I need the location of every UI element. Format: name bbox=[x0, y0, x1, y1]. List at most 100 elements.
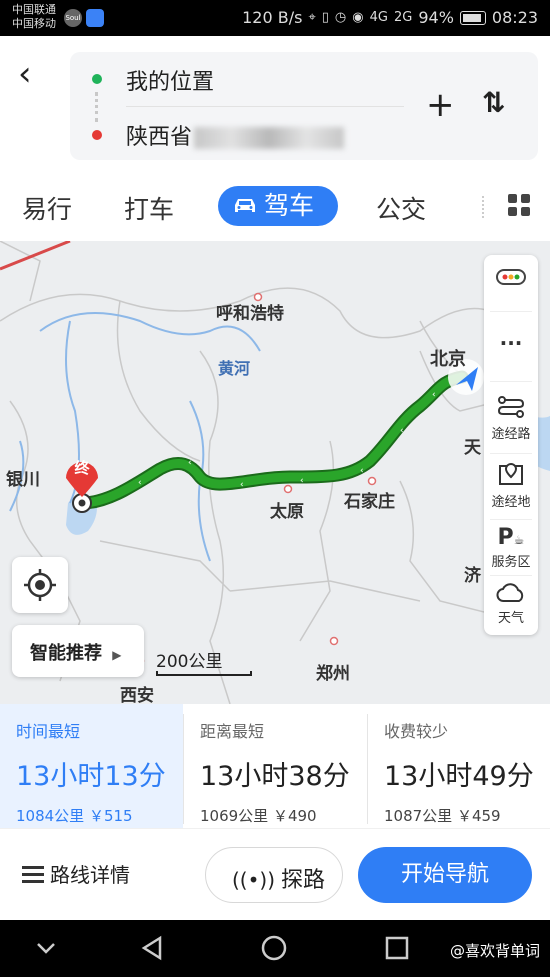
eye-icon: ◉ bbox=[352, 10, 364, 25]
route-label: 时间最短 bbox=[16, 722, 81, 741]
route-info: 1069公里 ￥490 bbox=[200, 807, 317, 825]
start-navigation-button[interactable]: 开始导航 bbox=[358, 847, 532, 903]
route-time: 13小时49分 bbox=[384, 761, 534, 792]
add-waypoint-button[interactable]: + bbox=[426, 88, 455, 122]
status-indicators: 120 B/s ⌖ ▯ ◷ ◉ 4G 2G 94% 08:23 bbox=[242, 8, 538, 27]
destination-field[interactable]: 陕西省 bbox=[126, 119, 345, 151]
origin-dot-icon bbox=[92, 74, 102, 84]
cloud-icon bbox=[496, 583, 524, 602]
waypoint-place-label: 途经地 bbox=[491, 495, 531, 510]
tab-drive-label: 驾车 bbox=[264, 191, 315, 220]
back-button[interactable]: ‹ bbox=[18, 57, 50, 94]
route-connector bbox=[95, 92, 99, 122]
explore-label: 探路 bbox=[281, 868, 326, 893]
list-icon bbox=[22, 866, 44, 884]
map-scale-bar bbox=[156, 671, 252, 676]
route-option-shortest[interactable]: 距离最短 13小时38分 1069公里 ￥490 bbox=[184, 704, 367, 828]
crosshair-icon bbox=[24, 569, 56, 601]
divider bbox=[490, 575, 532, 576]
alarm-icon: ◷ bbox=[334, 10, 347, 25]
carrier-info: 中国联通 中国移动 bbox=[12, 3, 56, 31]
play-arrow-icon: ▶ bbox=[112, 648, 122, 662]
city-tian: 天 bbox=[464, 438, 481, 458]
soul-app-icon: Soul bbox=[64, 9, 82, 27]
tab-yixing[interactable]: 易行 bbox=[22, 190, 72, 226]
net-speed: 120 B/s bbox=[242, 8, 303, 27]
tab-bus[interactable]: 公交 bbox=[376, 190, 426, 226]
tabs-separator bbox=[482, 196, 484, 218]
route-option-fastest[interactable]: 时间最短 13小时13分 1084公里 ￥515 bbox=[0, 704, 183, 828]
city-ji: 济 bbox=[464, 566, 481, 586]
action-bar: 路线详情 ((•)) 探路 开始导航 bbox=[0, 828, 550, 920]
svg-text:‹: ‹ bbox=[138, 478, 142, 488]
back-triangle-icon[interactable] bbox=[140, 934, 166, 962]
map-view[interactable]: ‹ ‹ ‹ ‹ ‹ ‹ ‹ 呼和浩特 北京 天 银川 太原 石家庄 济 郑州 西安 黄河 … bbox=[0, 241, 550, 704]
tab-drive[interactable]: 驾车 bbox=[218, 186, 338, 226]
route-info: 1087公里 ￥459 bbox=[384, 807, 501, 825]
car-icon bbox=[235, 199, 255, 212]
city-taiyuan: 太原 bbox=[270, 502, 304, 522]
tab-taxi[interactable]: 打车 bbox=[124, 190, 174, 226]
waypoint-route-button[interactable]: 途经路 bbox=[484, 395, 538, 442]
city-zhengzhou: 郑州 bbox=[316, 664, 350, 684]
chevron-down-icon[interactable] bbox=[34, 934, 58, 962]
divider bbox=[126, 106, 404, 107]
smart-recommend-label: 智能推荐 bbox=[30, 643, 102, 664]
service-area-button[interactable]: P☕ 服务区 bbox=[484, 525, 538, 571]
map-tools-sidebar: ··· 途经路 途经地 P☕ 服务区 天气 bbox=[484, 255, 538, 635]
divider bbox=[490, 519, 532, 520]
route-options: 时间最短 13小时13分 1084公里 ￥515 距离最短 13小时38分 10… bbox=[0, 704, 550, 828]
route-time: 13小时38分 bbox=[200, 761, 350, 792]
service-area-label: 服务区 bbox=[491, 555, 531, 570]
parking-icon: P☕ bbox=[497, 525, 525, 550]
transport-tabs: 易行 打车 驾车 公交 bbox=[0, 186, 550, 230]
map-pin-icon bbox=[499, 462, 523, 485]
battery-icon bbox=[459, 10, 486, 25]
svg-text:‹: ‹ bbox=[360, 466, 364, 476]
route-detail-button[interactable]: 路线详情 bbox=[22, 859, 130, 888]
destination-redacted bbox=[194, 127, 345, 149]
clock: 08:23 bbox=[491, 8, 538, 27]
traffic-icon bbox=[496, 269, 526, 285]
smart-recommend-button[interactable]: 智能推荐 ▶ bbox=[12, 625, 144, 677]
origin-field[interactable]: 我的位置 bbox=[126, 64, 214, 96]
traffic-toggle[interactable] bbox=[484, 269, 538, 289]
route-time: 13小时13分 bbox=[16, 761, 166, 792]
app-notification-icon bbox=[86, 9, 104, 27]
svg-text:‹: ‹ bbox=[240, 480, 244, 490]
weather-label: 天气 bbox=[497, 611, 524, 626]
end-marker-label: 终 bbox=[74, 459, 90, 477]
destination-text: 陕西省 bbox=[126, 125, 193, 150]
broadcast-icon: ((•)) bbox=[232, 868, 276, 892]
vibrate-icon: ▯ bbox=[321, 10, 329, 25]
swap-button[interactable]: ⇅ bbox=[482, 86, 506, 119]
more-button[interactable]: ··· bbox=[484, 331, 538, 355]
city-yinchuan: 银川 bbox=[6, 470, 40, 490]
route-input-box: 我的位置 陕西省 + ⇅ bbox=[70, 52, 538, 160]
city-beijing: 北京 bbox=[430, 349, 466, 370]
waypoint-route-label: 途经路 bbox=[491, 427, 531, 442]
carrier-2: 中国移动 bbox=[12, 17, 56, 30]
signal-4g-icon: 4G bbox=[369, 10, 388, 25]
city-shijiazhuang: 石家庄 bbox=[344, 492, 395, 512]
map-scale-label: 200公里 bbox=[156, 652, 223, 672]
home-circle-icon[interactable] bbox=[260, 934, 288, 962]
waypoint-place-button[interactable]: 途经地 bbox=[484, 461, 538, 510]
divider bbox=[490, 381, 532, 382]
locate-button[interactable] bbox=[12, 557, 68, 613]
city-hohhot: 呼和浩特 bbox=[216, 304, 284, 324]
status-bar: 中国联通 中国移动 Soul 120 B/s ⌖ ▯ ◷ ◉ 4G 2G 94%… bbox=[0, 0, 550, 36]
weather-button[interactable]: 天气 bbox=[484, 583, 538, 626]
route-option-cheapest[interactable]: 收费较少 13小时49分 1087公里 ￥459 bbox=[368, 704, 550, 828]
route-label: 收费较少 bbox=[384, 722, 449, 741]
explore-button[interactable]: ((•)) 探路 bbox=[205, 847, 343, 903]
destination-dot-icon bbox=[92, 130, 102, 140]
system-nav-bar: @喜欢背单词 bbox=[0, 920, 550, 977]
recents-square-icon[interactable] bbox=[384, 934, 410, 962]
svg-text:‹: ‹ bbox=[432, 390, 436, 400]
more-modes-grid-icon[interactable] bbox=[508, 194, 530, 216]
divider bbox=[490, 453, 532, 454]
route-label: 距离最短 bbox=[200, 722, 265, 741]
svg-text:‹: ‹ bbox=[400, 426, 404, 436]
river-yellow: 黄河 bbox=[218, 359, 251, 378]
